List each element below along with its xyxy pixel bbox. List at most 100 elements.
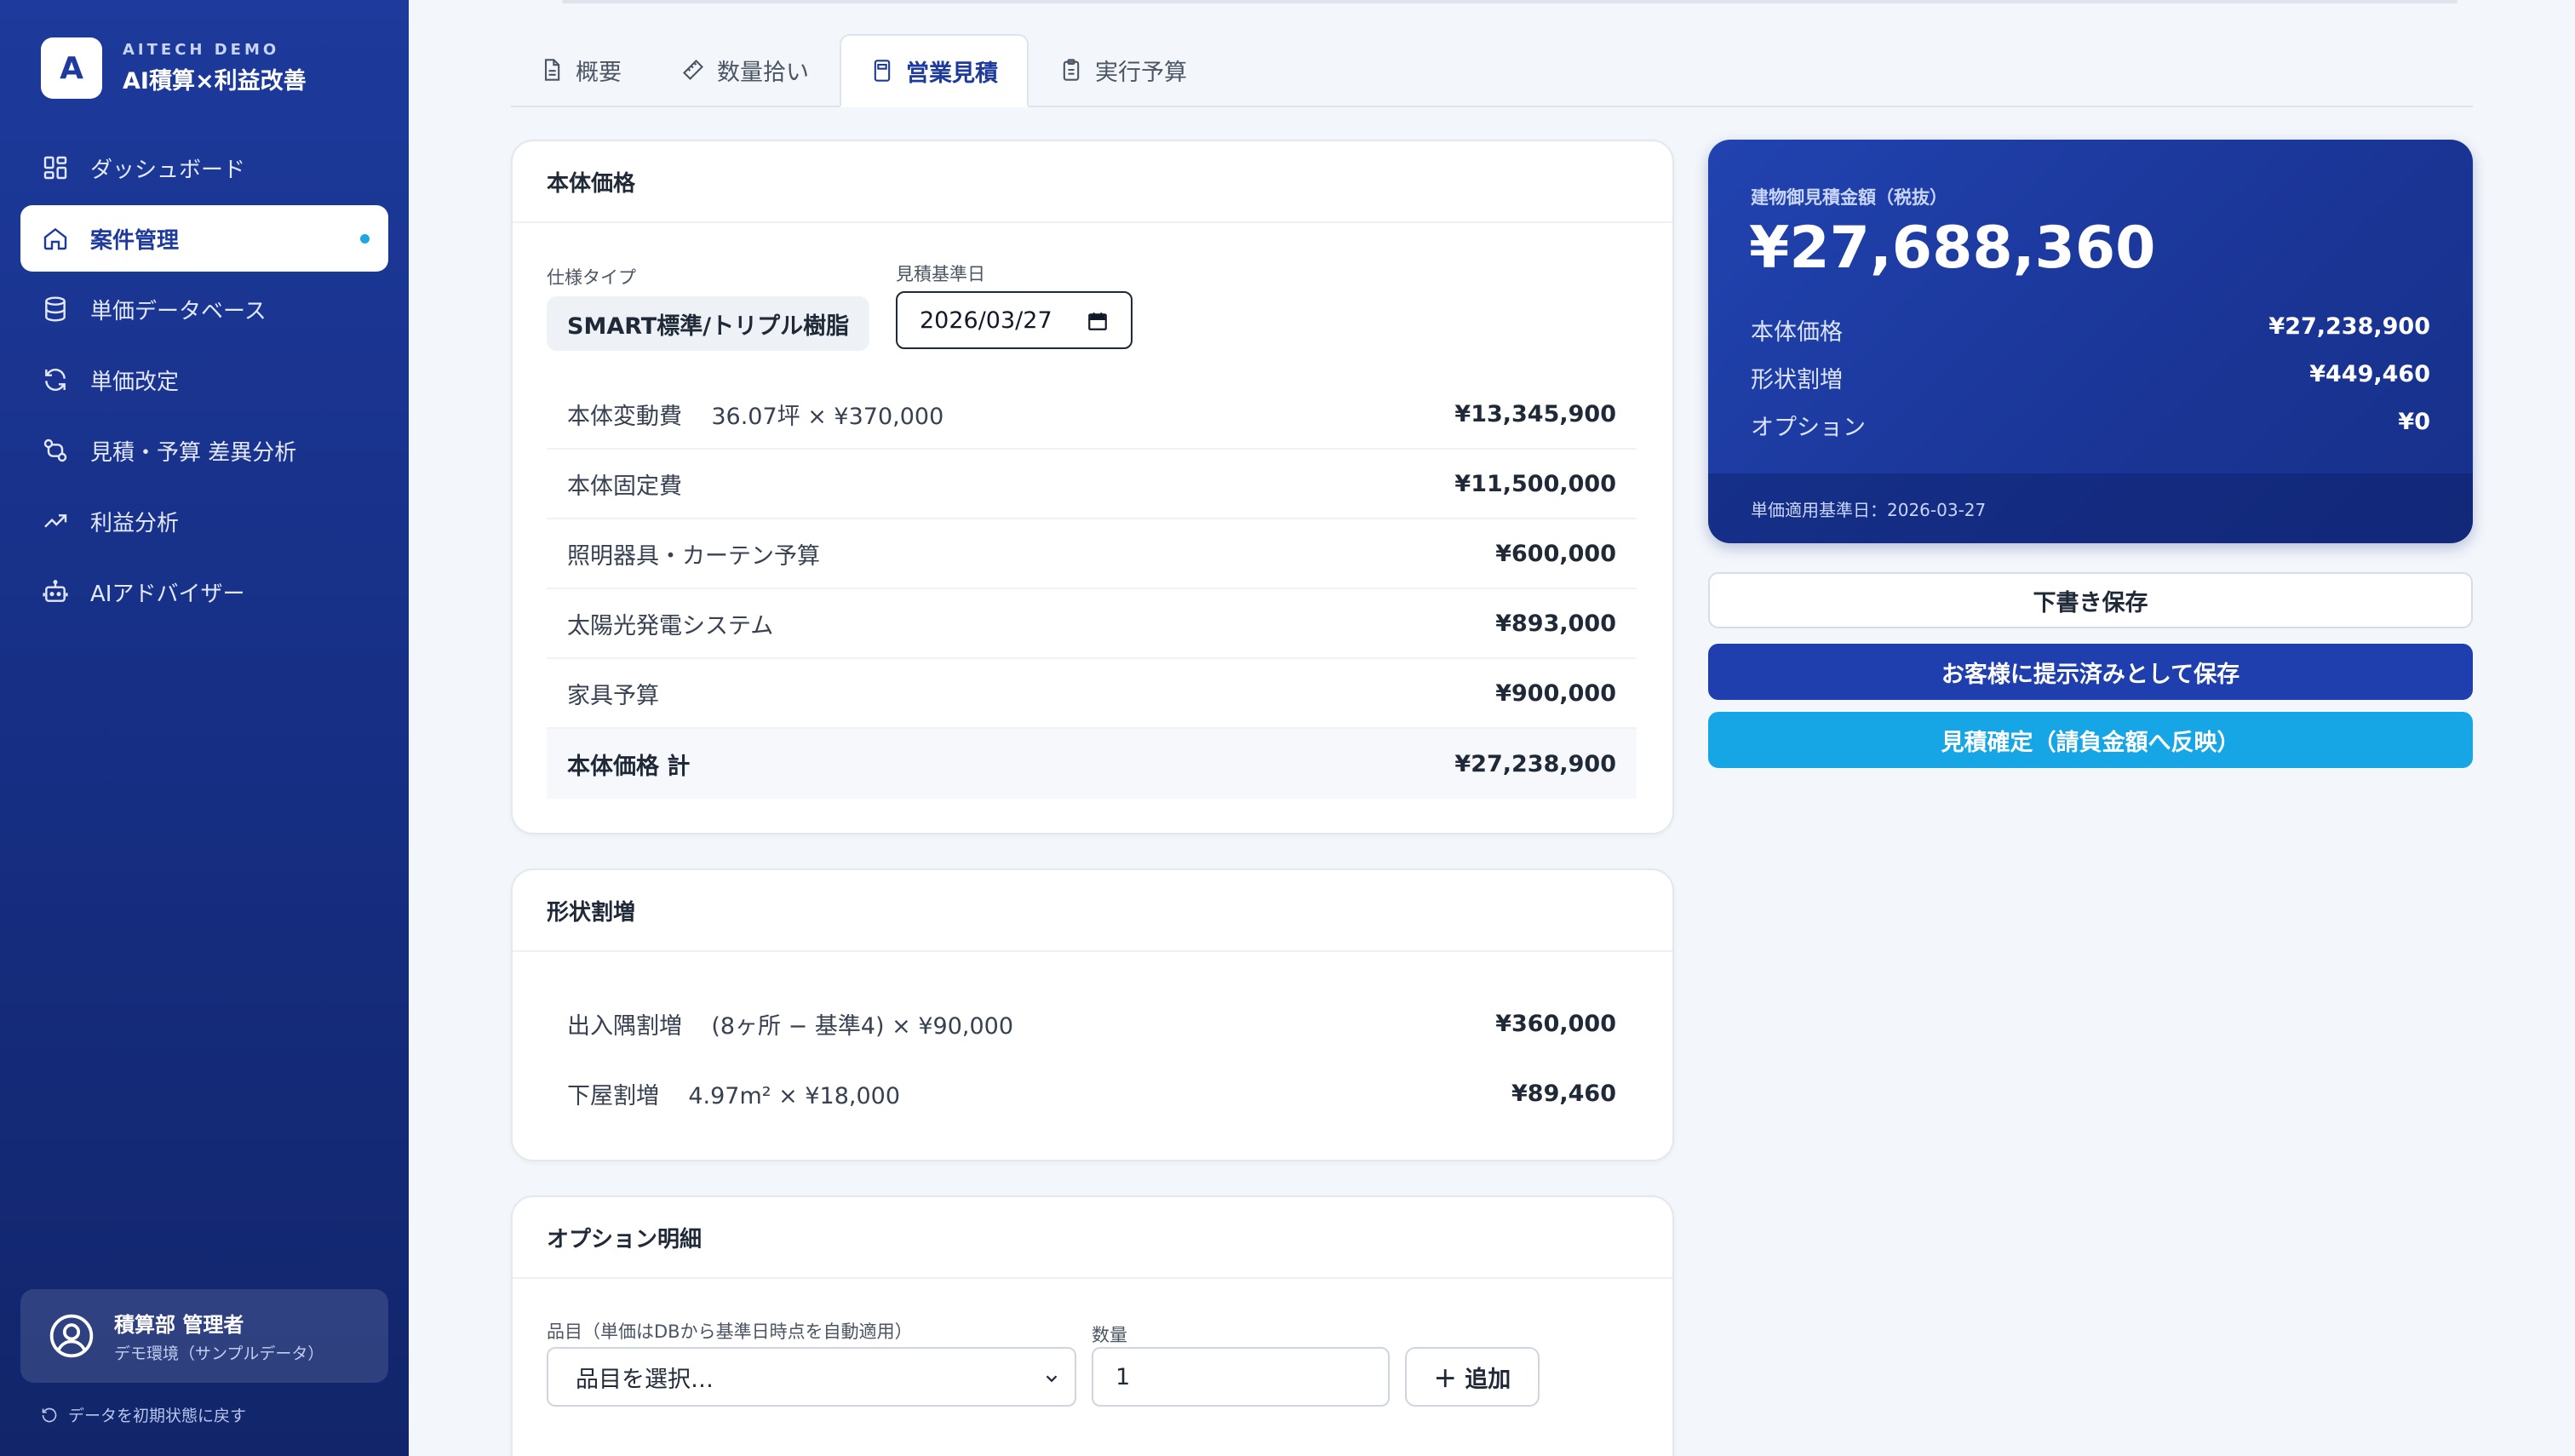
home-icon: [41, 224, 70, 253]
quantity-label: 数量: [1092, 1325, 1127, 1345]
button-label: 見積確定（請負金額へ反映）: [1941, 729, 2240, 756]
sidebar: A AITECH DEMO AI積算×利益改善 ダッシュボード 案件管理 単価デ…: [0, 0, 409, 1456]
price-row-variable-cost: 本体変動費 36.07坪 × ¥370,000 ¥13,345,900: [547, 380, 1637, 450]
clipboard-icon: [1063, 59, 1080, 81]
row-value: ¥900,000: [1495, 679, 1616, 707]
sidebar-item-price-revision[interactable]: 単価改定: [20, 347, 388, 413]
row-label: 下屋割増: [567, 1082, 659, 1109]
user-avatar-icon: [49, 1314, 94, 1358]
summary-row-value: ¥27,238,900: [2268, 313, 2430, 340]
tab-quantity-takeoff[interactable]: 数量拾い: [652, 34, 838, 106]
tab-bar: 概要 数量拾い 営業見積 実行予算: [511, 34, 2473, 107]
brand: A AITECH DEMO AI積算×利益改善: [41, 37, 307, 99]
row-value: ¥89,460: [1511, 1080, 1616, 1107]
user-environment: デモ環境（サンプルデータ）: [114, 1344, 324, 1363]
dashboard-icon: [41, 153, 70, 182]
summary-label: 建物御見積金額（税抜）: [1751, 187, 1947, 208]
estimate-date-input[interactable]: 2026/03/27: [896, 291, 1133, 349]
sidebar-item-label: 案件管理: [90, 227, 180, 254]
card-title: オプション明細: [513, 1197, 1672, 1279]
row-value: ¥13,345,900: [1454, 400, 1616, 427]
summary-row-options: オプション ¥0: [1751, 409, 2430, 442]
sidebar-item-variance-analysis[interactable]: 見積・予算 差異分析: [20, 417, 388, 484]
summary-row-label: 形状割増: [1751, 367, 1843, 393]
price-row-furniture: 家具予算 ¥900,000: [547, 659, 1637, 729]
top-divider: [562, 0, 2457, 3]
sidebar-item-label: ダッシュボード: [90, 157, 246, 183]
item-select[interactable]: 品目を選択…: [547, 1347, 1076, 1407]
tab-sales-estimate[interactable]: 営業見積: [840, 34, 1029, 107]
user-card[interactable]: 積算部 管理者 デモ環境（サンプルデータ）: [20, 1289, 388, 1383]
button-label: お客様に提示済みとして保存: [1941, 661, 2240, 688]
reset-data-link[interactable]: データを初期状態に戻す: [41, 1403, 246, 1426]
row-detail: (8ヶ所 − 基準4) × ¥90,000: [711, 1012, 1013, 1040]
row-value: ¥11,500,000: [1454, 470, 1616, 497]
tab-overview[interactable]: 概要: [511, 34, 651, 106]
save-as-presented-button[interactable]: お客様に提示済みとして保存: [1708, 644, 2473, 700]
reset-label: データを初期状態に戻す: [68, 1407, 247, 1425]
quantity-input[interactable]: 1: [1092, 1347, 1390, 1407]
sidebar-item-unit-price-db[interactable]: 単価データベース: [20, 276, 388, 342]
surcharge-row-lean-to: 下屋割増 4.97m² × ¥18,000 ¥89,460: [547, 1058, 1637, 1128]
row-detail: 4.97m² × ¥18,000: [688, 1082, 901, 1109]
item-select-placeholder: 品目を選択…: [576, 1366, 714, 1393]
compare-icon: [41, 436, 70, 465]
sidebar-item-projects[interactable]: 案件管理: [20, 205, 388, 272]
card-title: 本体価格: [513, 141, 1672, 223]
card-title: 形状割増: [513, 870, 1672, 952]
surcharge-row-corners: 出入隅割増 (8ヶ所 − 基準4) × ¥90,000 ¥360,000: [547, 989, 1637, 1058]
total-value: ¥27,238,900: [1454, 750, 1616, 777]
summary-row-label: 本体価格: [1751, 319, 1843, 346]
spec-type-label: 仕様タイプ: [547, 267, 636, 288]
price-row-fixed-cost: 本体固定費 ¥11,500,000: [547, 450, 1637, 519]
row-detail: 36.07坪 × ¥370,000: [711, 403, 944, 430]
tab-label: 概要: [576, 59, 622, 86]
options-card: オプション明細 品目（単価はDBから基準日時点を自動適用） 品目を選択… 数量 …: [511, 1195, 1674, 1456]
sidebar-nav: ダッシュボード 案件管理 単価データベース 単価改定 見積・予算 差異分析 利益…: [20, 135, 388, 629]
row-label: 出入隅割増: [567, 1012, 682, 1040]
spec-type-value: SMART標準/トリプル樹脂: [547, 296, 870, 351]
price-row-total: 本体価格 計 ¥27,238,900: [547, 729, 1637, 799]
price-row-solar: 太陽光発電システム ¥893,000: [547, 589, 1637, 659]
add-option-button[interactable]: ＋ 追加: [1405, 1347, 1540, 1407]
total-label: 本体価格 計: [567, 753, 691, 780]
sidebar-item-label: 単価データベース: [90, 298, 267, 324]
database-icon: [41, 295, 70, 324]
estimate-date-label: 見積基準日: [896, 264, 985, 284]
sidebar-item-label: 見積・予算 差異分析: [90, 439, 297, 466]
user-name: 積算部 管理者: [114, 1313, 244, 1337]
item-label: 品目（単価はDBから基準日時点を自動適用）: [547, 1321, 913, 1342]
row-value: ¥893,000: [1495, 610, 1616, 637]
brand-subtitle: AITECH DEMO: [123, 41, 280, 59]
refresh-icon: [41, 365, 70, 394]
sidebar-item-label: AIアドバイザー: [90, 581, 245, 607]
row-label: 照明器具・カーテン予算: [567, 542, 820, 570]
estimate-summary-card: 建物御見積金額（税抜） ¥27,688,360 本体価格 ¥27,238,900…: [1708, 140, 2473, 543]
shape-surcharge-card: 形状割増 出入隅割増 (8ヶ所 − 基準4) × ¥90,000 ¥360,00…: [511, 868, 1674, 1161]
sidebar-item-dashboard[interactable]: ダッシュボード: [20, 135, 388, 201]
sidebar-item-label: 単価改定: [90, 369, 180, 395]
sidebar-item-label: 利益分析: [90, 510, 180, 536]
chevron-down-icon: [1046, 1375, 1058, 1383]
price-row-lighting-curtain: 照明器具・カーテン予算 ¥600,000: [547, 519, 1637, 589]
tab-label: 営業見積: [906, 60, 998, 87]
save-draft-button[interactable]: 下書き保存: [1708, 572, 2473, 628]
trend-icon: [41, 507, 70, 536]
sidebar-item-profit-analysis[interactable]: 利益分析: [20, 488, 388, 554]
ruler-icon: [683, 60, 703, 80]
summary-amount: ¥27,688,360: [1749, 215, 2156, 282]
row-label: 家具予算: [567, 682, 659, 709]
row-value: ¥360,000: [1495, 1010, 1616, 1037]
price-base-date: 単価適用基準日：2026-03-27: [1751, 499, 1987, 520]
quantity-value: 1: [1115, 1363, 1131, 1390]
sidebar-item-ai-advisor[interactable]: AIアドバイザー: [20, 559, 388, 625]
row-value: ¥600,000: [1495, 540, 1616, 567]
estimate-date-value: 2026/03/27: [920, 307, 1052, 334]
bot-icon: [41, 577, 70, 606]
body-price-card: 本体価格 仕様タイプ SMART標準/トリプル樹脂 見積基準日 2026/03/…: [511, 140, 1674, 834]
calendar-icon[interactable]: [1087, 310, 1109, 332]
summary-footer: 単価適用基準日：2026-03-27: [1708, 473, 2473, 543]
tab-execution-budget[interactable]: 実行予算: [1030, 34, 1216, 106]
summary-row-body-price: 本体価格 ¥27,238,900: [1751, 313, 2430, 347]
confirm-estimate-button[interactable]: 見積確定（請負金額へ反映）: [1708, 712, 2473, 768]
